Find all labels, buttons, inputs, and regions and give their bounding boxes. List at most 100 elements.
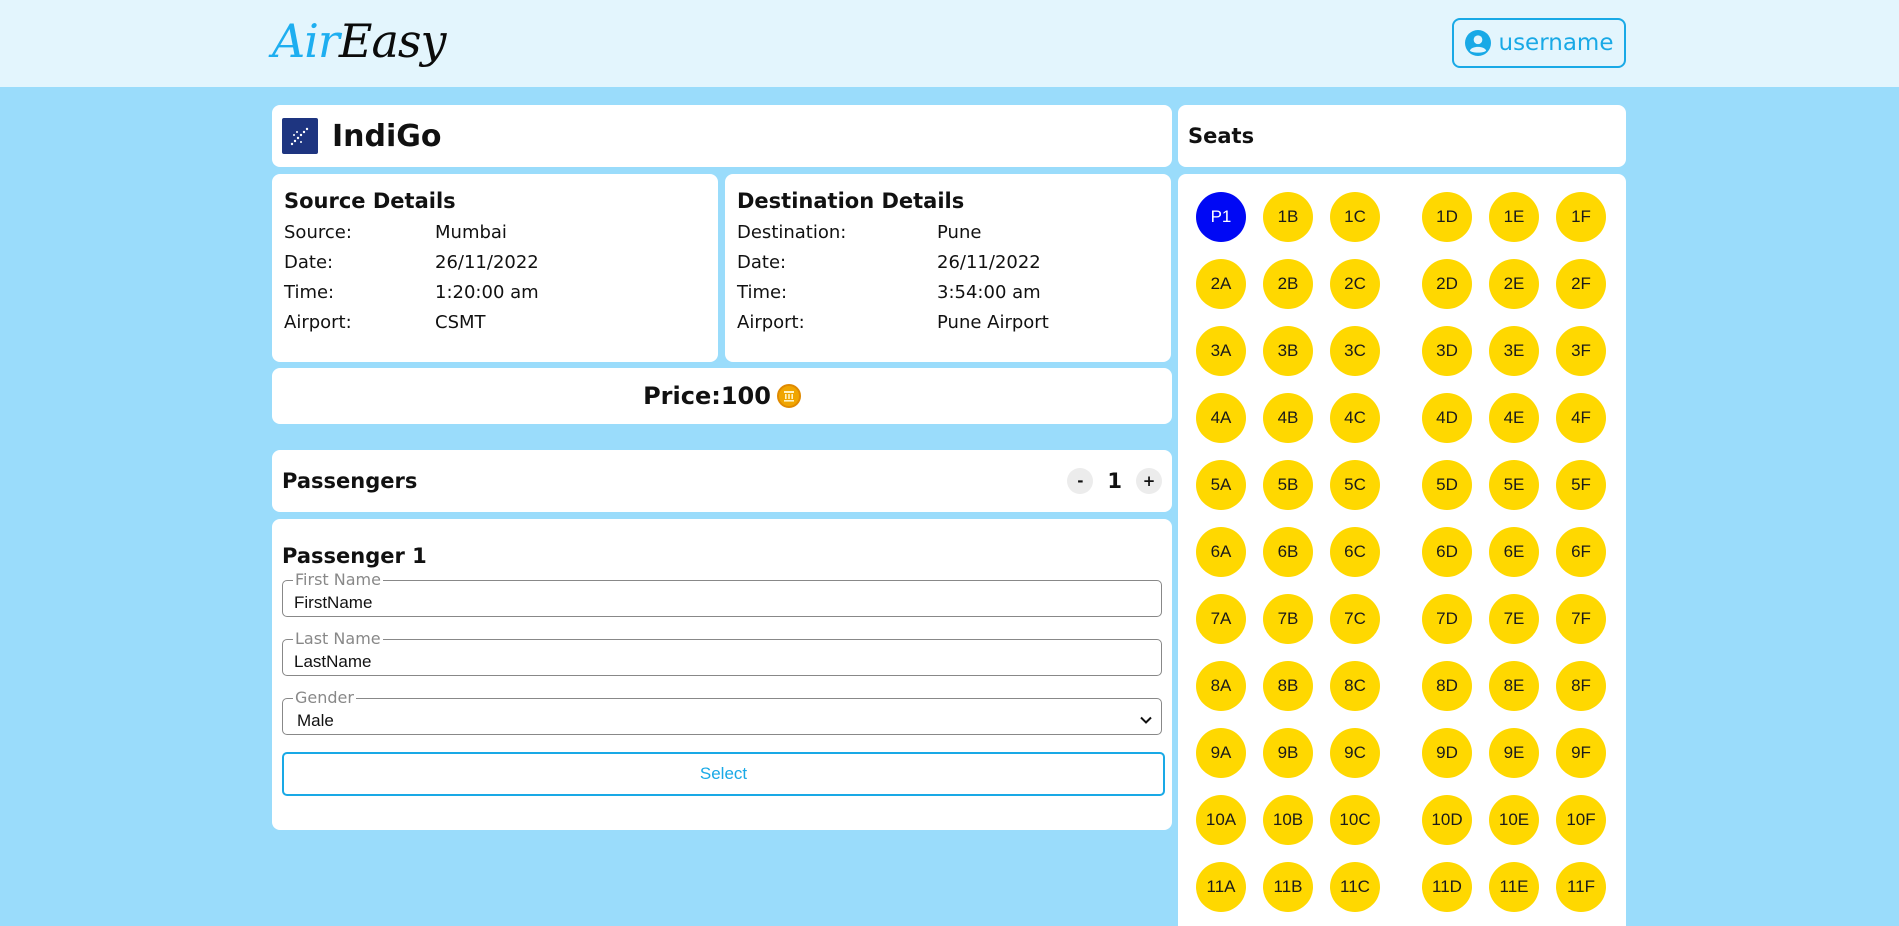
seat-5c[interactable]: 5C xyxy=(1330,460,1380,510)
seat-8c[interactable]: 8C xyxy=(1330,661,1380,711)
seat-2e[interactable]: 2E xyxy=(1489,259,1539,309)
seat-7a[interactable]: 7A xyxy=(1196,594,1246,644)
source-row-label: Date: xyxy=(284,251,334,273)
seat-10c[interactable]: 10C xyxy=(1330,795,1380,845)
source-details-title: Source Details xyxy=(284,189,456,213)
seat-2d[interactable]: 2D xyxy=(1422,259,1472,309)
seat-7b[interactable]: 7B xyxy=(1263,594,1313,644)
seat-2b[interactable]: 2B xyxy=(1263,259,1313,309)
airline-header-card: IndiGo xyxy=(272,105,1172,167)
seat-1d[interactable]: 1D xyxy=(1422,192,1472,242)
seat-10b[interactable]: 10B xyxy=(1263,795,1313,845)
seat-10a[interactable]: 10A xyxy=(1196,795,1246,845)
increase-passengers-button[interactable]: + xyxy=(1136,468,1162,494)
seat-4e[interactable]: 4E xyxy=(1489,393,1539,443)
seat-p1[interactable]: P1 xyxy=(1196,192,1246,242)
seat-8e[interactable]: 8E xyxy=(1489,661,1539,711)
seat-7f[interactable]: 7F xyxy=(1556,594,1606,644)
top-navbar: AirEasy username xyxy=(0,0,1899,87)
destination-details-title: Destination Details xyxy=(737,189,965,213)
seat-5d[interactable]: 5D xyxy=(1422,460,1472,510)
airline-name: IndiGo xyxy=(332,118,442,154)
seat-2f[interactable]: 2F xyxy=(1556,259,1606,309)
seat-9e[interactable]: 9E xyxy=(1489,728,1539,778)
seat-6f[interactable]: 6F xyxy=(1556,527,1606,577)
source-row-value: 26/11/2022 xyxy=(435,251,539,273)
seat-9a[interactable]: 9A xyxy=(1196,728,1246,778)
seat-6c[interactable]: 6C xyxy=(1330,527,1380,577)
seat-11d[interactable]: 11D xyxy=(1422,862,1472,912)
seat-4d[interactable]: 4D xyxy=(1422,393,1472,443)
seat-8d[interactable]: 8D xyxy=(1422,661,1472,711)
destination-row-label: Airport: xyxy=(737,311,805,333)
destination-row-label: Time: xyxy=(737,281,788,303)
destination-row-value: Pune Airport xyxy=(937,311,1049,333)
seat-2c[interactable]: 2C xyxy=(1330,259,1380,309)
seat-11c[interactable]: 11C xyxy=(1330,862,1380,912)
seat-3a[interactable]: 3A xyxy=(1196,326,1246,376)
seat-8b[interactable]: 8B xyxy=(1263,661,1313,711)
destination-row-value: Pune xyxy=(937,221,982,243)
source-row: Source: Mumbai xyxy=(284,217,706,247)
price-value: 100 xyxy=(720,382,771,410)
last-name-field[interactable]: Last Name LastName xyxy=(282,631,1162,676)
seat-4c[interactable]: 4C xyxy=(1330,393,1380,443)
seat-6e[interactable]: 6E xyxy=(1489,527,1539,577)
gender-select[interactable]: Gender Male xyxy=(282,690,1162,735)
seat-3b[interactable]: 3B xyxy=(1263,326,1313,376)
seat-1e[interactable]: 1E xyxy=(1489,192,1539,242)
seat-1c[interactable]: 1C xyxy=(1330,192,1380,242)
seat-11a[interactable]: 11A xyxy=(1196,862,1246,912)
seat-10f[interactable]: 10F xyxy=(1556,795,1606,845)
first-name-field[interactable]: First Name FirstName xyxy=(282,572,1162,617)
source-row: Date: 26/11/2022 xyxy=(284,247,706,277)
seat-1b[interactable]: 1B xyxy=(1263,192,1313,242)
seat-11f[interactable]: 11F xyxy=(1556,862,1606,912)
price-card: Price: 100 xyxy=(272,368,1172,424)
seat-6d[interactable]: 6D xyxy=(1422,527,1472,577)
seat-10d[interactable]: 10D xyxy=(1422,795,1472,845)
seat-4a[interactable]: 4A xyxy=(1196,393,1246,443)
seat-4f[interactable]: 4F xyxy=(1556,393,1606,443)
seat-8f[interactable]: 8F xyxy=(1556,661,1606,711)
seat-4b[interactable]: 4B xyxy=(1263,393,1313,443)
gender-value: Male xyxy=(297,711,334,730)
seat-7c[interactable]: 7C xyxy=(1330,594,1380,644)
app-logo[interactable]: AirEasy xyxy=(272,14,447,68)
seat-10e[interactable]: 10E xyxy=(1489,795,1539,845)
seat-9b[interactable]: 9B xyxy=(1263,728,1313,778)
seat-7d[interactable]: 7D xyxy=(1422,594,1472,644)
seat-3f[interactable]: 3F xyxy=(1556,326,1606,376)
seat-7e[interactable]: 7E xyxy=(1489,594,1539,644)
seat-3c[interactable]: 3C xyxy=(1330,326,1380,376)
destination-row-label: Date: xyxy=(737,251,787,273)
seat-6a[interactable]: 6A xyxy=(1196,527,1246,577)
seat-1f[interactable]: 1F xyxy=(1556,192,1606,242)
seat-5a[interactable]: 5A xyxy=(1196,460,1246,510)
coin-icon xyxy=(776,384,801,408)
first-name-value[interactable]: FirstName xyxy=(294,593,372,613)
source-row-label: Source: xyxy=(284,221,352,243)
seat-map: P1 1B 1C 1D 1E 1F 2A 2B 2C 2D 2E 2F 3A 3B 3C 3D 3E 3F 4A 4B… xyxy=(1178,174,1626,926)
chevron-down-icon xyxy=(1140,716,1152,724)
seat-6b[interactable]: 6B xyxy=(1263,527,1313,577)
seat-2a[interactable]: 2A xyxy=(1196,259,1246,309)
seat-5f[interactable]: 5F xyxy=(1556,460,1606,510)
seat-9d[interactable]: 9D xyxy=(1422,728,1472,778)
seat-5e[interactable]: 5E xyxy=(1489,460,1539,510)
seat-9f[interactable]: 9F xyxy=(1556,728,1606,778)
select-seat-button[interactable]: Select xyxy=(282,752,1165,796)
destination-row: Date: 26/11/2022 xyxy=(737,247,1159,277)
decrease-passengers-button[interactable]: - xyxy=(1067,468,1094,494)
seat-9c[interactable]: 9C xyxy=(1330,728,1380,778)
seat-11e[interactable]: 11E xyxy=(1489,862,1539,912)
last-name-value[interactable]: LastName xyxy=(294,652,371,672)
seat-3e[interactable]: 3E xyxy=(1489,326,1539,376)
destination-details-card: Destination Details Destination: Pune Dat… xyxy=(725,174,1171,362)
seat-11b[interactable]: 11B xyxy=(1263,862,1313,912)
seat-5b[interactable]: 5B xyxy=(1263,460,1313,510)
seat-8a[interactable]: 8A xyxy=(1196,661,1246,711)
seat-3d[interactable]: 3D xyxy=(1422,326,1472,376)
user-profile-button[interactable]: username xyxy=(1452,18,1626,68)
source-row-value: Mumbai xyxy=(435,221,507,243)
